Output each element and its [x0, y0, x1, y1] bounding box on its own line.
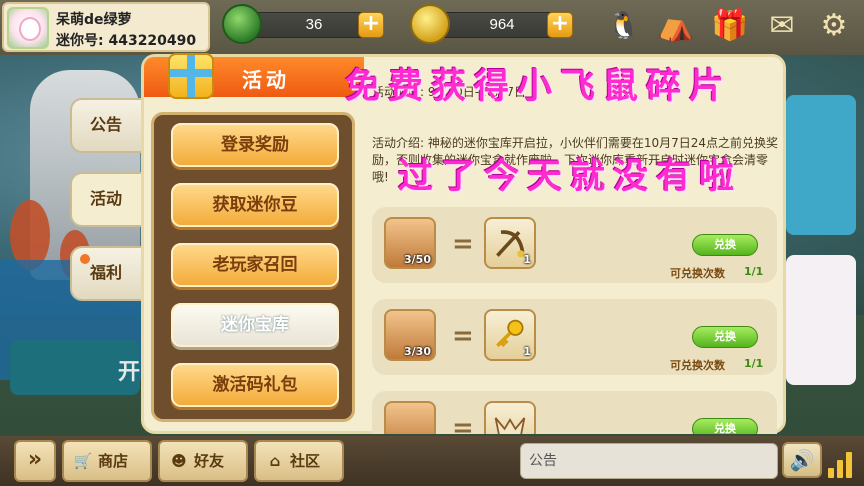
community-label: 社区	[290, 452, 321, 470]
exchange-limit-value: 1/1	[744, 265, 764, 278]
reward-count: 1	[523, 345, 531, 358]
panel-title: 活动	[242, 68, 290, 92]
mail-icon[interactable]: ✉	[762, 6, 802, 46]
exchange-row: 3/30 = 1 兑换 可兑换次数 1/1	[372, 299, 777, 375]
activity-menu: 登录奖励 获取迷你豆 老玩家召回 迷你宝库 激活码礼包	[151, 112, 355, 422]
exchange-limit-value: 1/1	[744, 357, 764, 370]
friends-button[interactable]: ☻ 好友	[158, 440, 248, 482]
key-icon: 1	[484, 309, 536, 361]
right-banner-card[interactable]	[786, 255, 856, 385]
equals-sign: =	[452, 321, 474, 351]
exchange-button[interactable]: 兑换	[692, 418, 758, 434]
equals-sign: =	[452, 229, 474, 259]
notice-bar[interactable]: 公告	[520, 443, 778, 479]
player-id: 迷你号: 443220490	[56, 33, 197, 49]
gold-coin-icon	[410, 4, 450, 44]
reward-count: 1	[523, 253, 531, 266]
tent-icon[interactable]: ⛺	[656, 6, 696, 46]
exchange-row: 3/50 = 1 兑换 可兑换次数 1/1	[372, 207, 777, 283]
chest-count: 3/50	[404, 253, 431, 266]
green-gem-icon	[222, 4, 262, 44]
treasure-chest-icon: 3/30	[384, 309, 436, 361]
treasure-chest-icon	[384, 401, 436, 434]
friends-icon: ☻	[171, 452, 187, 470]
notice-text: 公告	[529, 453, 557, 469]
add-green-currency-button[interactable]: +	[358, 12, 384, 38]
top-bar: 呆萌de绿萝 迷你号: 443220490 36 + 964 + 🐧 ⛺ 🎁 ✉…	[0, 0, 864, 55]
menu-veteran-recall[interactable]: 老玩家召回	[171, 243, 339, 287]
home-icon: ⌂	[269, 452, 281, 470]
treasure-chest-icon: 3/50	[384, 217, 436, 269]
exchange-button[interactable]: 兑换	[692, 234, 758, 256]
tab-welfare[interactable]: 福利	[70, 246, 142, 301]
shop-button[interactable]: 🛒 商店	[62, 440, 152, 482]
menu-mini-treasury[interactable]: 迷你宝库	[171, 303, 339, 347]
speaker-icon[interactable]: 🔊	[782, 442, 822, 478]
tab-activity[interactable]: 活动	[70, 172, 142, 227]
shop-label: 商店	[98, 452, 129, 470]
exchange-limit-label: 可兑换次数	[670, 267, 725, 280]
exchange-limit-label: 可兑换次数	[670, 359, 725, 372]
profile-card[interactable]: 呆萌de绿萝 迷你号: 443220490	[2, 2, 210, 52]
overlay-subline: 过了今天就没有啦	[398, 156, 743, 197]
signal-icon	[828, 448, 858, 478]
equals-sign: =	[452, 413, 474, 434]
avatar[interactable]	[7, 7, 49, 49]
exchange-row: = 兑换	[372, 391, 777, 434]
right-banner-card[interactable]	[786, 95, 856, 235]
cart-icon: 🛒	[73, 452, 93, 470]
overlay-headline: 免费获得小飞鼠碎片	[345, 66, 733, 107]
menu-get-mini-beans[interactable]: 获取迷你豆	[171, 183, 339, 227]
gear-icon[interactable]: ⚙	[814, 6, 854, 46]
tab-announcement-label: 公告	[90, 115, 123, 134]
friends-label: 好友	[194, 452, 225, 470]
expand-arrow-button[interactable]: »	[14, 440, 56, 482]
mask-icon	[484, 401, 536, 434]
left-banner-text: 开	[118, 360, 141, 385]
menu-activation-code[interactable]: 激活码礼包	[171, 363, 339, 407]
crossbow-icon: 1	[484, 217, 536, 269]
community-button[interactable]: ⌂ 社区	[254, 440, 344, 482]
activity-panel: 活动 登录奖励 获取迷你豆 老玩家召回 迷你宝库 激活码礼包 活动时间: 9月3…	[141, 53, 786, 434]
chest-count: 3/30	[404, 345, 431, 358]
player-name: 呆萌de绿萝	[56, 12, 132, 28]
panel-title-bar: 活动	[144, 53, 364, 99]
gift-icon	[168, 53, 214, 99]
menu-login-reward[interactable]: 登录奖励	[171, 123, 339, 167]
penguin-icon[interactable]: 🐧	[604, 6, 644, 46]
add-gold-currency-button[interactable]: +	[547, 12, 573, 38]
tab-announcement[interactable]: 公告	[70, 98, 142, 153]
exchange-button[interactable]: 兑换	[692, 326, 758, 348]
tab-welfare-label: 福利	[90, 263, 123, 282]
activity-content: 活动时间: 9月30日-10月7日 活动介绍: 神秘的迷你宝库开启拉，小伙伴们需…	[366, 79, 786, 434]
tab-activity-label: 活动	[90, 189, 123, 208]
bottom-bar: » 🛒 商店 ☻ 好友 ⌂ 社区 公告 🔊	[0, 436, 864, 486]
notification-dot	[80, 254, 90, 264]
left-banner-card[interactable]: 开	[10, 340, 140, 395]
gift-box-icon[interactable]: 🎁	[710, 6, 750, 46]
